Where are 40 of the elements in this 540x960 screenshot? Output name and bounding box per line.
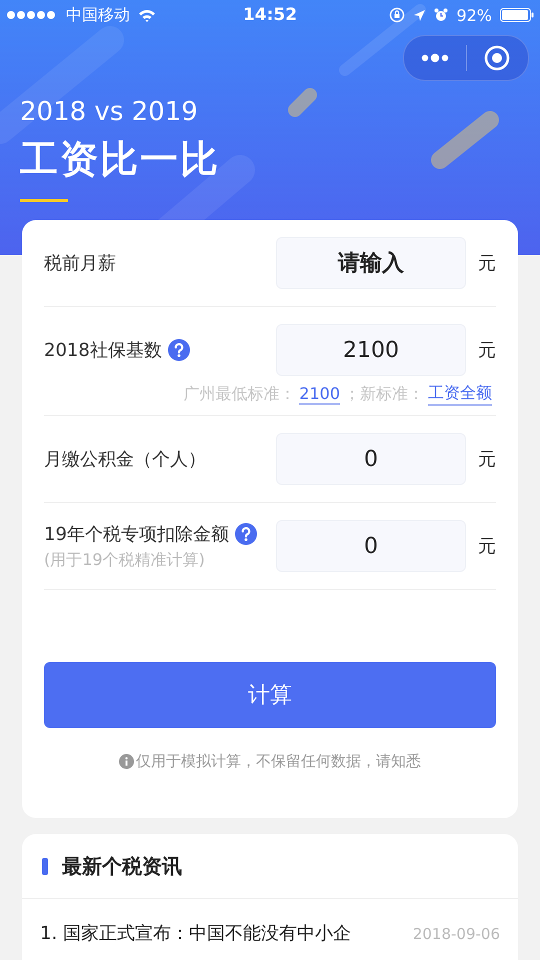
accent-bar — [42, 858, 48, 874]
news-headline[interactable]: 1. 国家正式宣布：中国不能没有中小企 — [40, 919, 399, 949]
header-subtitle: 2018 vs 2019 — [20, 96, 199, 128]
wifi-icon — [138, 8, 156, 22]
hint-text: 广州最低标准： — [183, 384, 296, 404]
input-field[interactable]: 请输入 — [276, 237, 466, 289]
battery-icon — [500, 8, 534, 22]
carrier-name: 中国移动 — [66, 4, 130, 26]
help-icon[interactable] — [234, 522, 257, 544]
hint-link[interactable]: 工资全额 — [428, 382, 492, 406]
input-field[interactable]: 2100 — [276, 324, 466, 376]
more-icon — [420, 53, 450, 63]
hint-link[interactable]: 2100 — [299, 384, 340, 404]
unit-label: 元 — [477, 339, 496, 362]
input-field[interactable]: 0 — [276, 433, 466, 485]
status-time: 14:52 — [242, 5, 298, 25]
location-icon — [413, 8, 426, 22]
unit-label: 元 — [477, 448, 496, 471]
field-label: 税前月薪 — [44, 252, 116, 275]
header-title: 工资比一比 — [20, 136, 221, 183]
info-icon — [119, 754, 134, 769]
alarm-icon — [434, 8, 448, 22]
input-field[interactable]: 0 — [276, 520, 466, 572]
unit-label: 元 — [477, 535, 496, 558]
signal-icon — [6, 10, 58, 20]
news-section-title: 最新个税资讯 — [62, 852, 182, 880]
accent-bar — [20, 199, 68, 202]
field-label: 2018社保基数 — [44, 339, 162, 362]
target-icon — [484, 45, 510, 71]
rotation-lock-icon — [389, 7, 406, 23]
hint-text: ；新标准： — [344, 384, 424, 404]
help-icon[interactable] — [168, 339, 190, 361]
disclaimer-text: 仅用于模拟计算，不保留任何数据，请知悉 — [136, 752, 421, 771]
field-label: 19年个税专项扣除金额 — [44, 522, 229, 546]
calculate-button[interactable]: 计算 — [44, 662, 496, 728]
field-label: 月缴公积金（个人） — [44, 448, 206, 471]
battery-percent: 92% — [456, 6, 492, 24]
unit-label: 元 — [477, 252, 496, 275]
news-date: 2018-09-06 — [412, 924, 500, 945]
field-sublabel: (用于19个税精准计算) — [44, 550, 206, 570]
